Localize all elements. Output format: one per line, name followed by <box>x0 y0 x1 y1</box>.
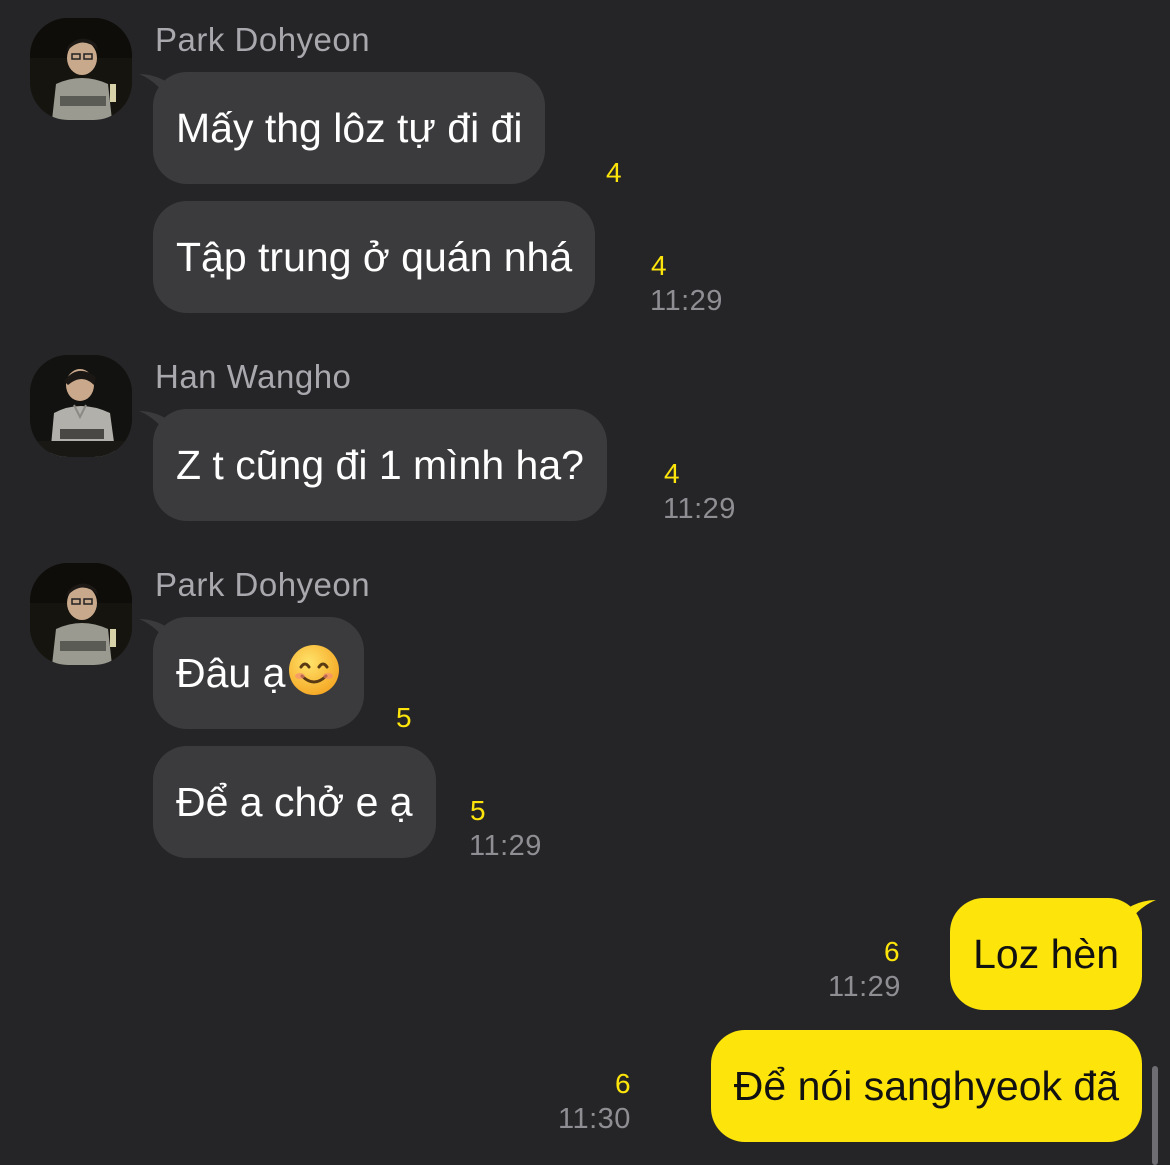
avatar-park-dohyeon[interactable] <box>30 18 132 120</box>
avatar-han-wangho[interactable] <box>30 355 132 457</box>
bubble-tail-icon <box>1122 900 1156 932</box>
message-timestamp: 11:29 <box>469 830 542 862</box>
unread-count: 4 <box>651 250 667 281</box>
incoming-message-bubble[interactable]: Đâu ạ <box>139 617 365 729</box>
message-timestamp: 11:29 <box>650 285 723 317</box>
unread-count: 5 <box>470 795 486 826</box>
unread-count: 6 <box>884 936 900 967</box>
message-timestamp: 11:29 <box>828 971 901 1003</box>
smiling-face-icon <box>289 645 340 695</box>
avatar-photo-icon <box>30 18 132 120</box>
sender-name: Park Dohyeon <box>155 566 371 603</box>
incoming-message-bubble[interactable]: Mấy thg lôz tự đi đi <box>139 72 546 184</box>
message-text: Z t cũng đi 1 mình ha? <box>176 442 584 488</box>
message-timestamp: 11:29 <box>663 493 736 525</box>
avatar-photo-icon <box>30 355 132 457</box>
avatar-photo-icon <box>30 563 132 665</box>
avatar-park-dohyeon[interactable] <box>30 563 132 665</box>
incoming-message-bubble[interactable]: Để a chở e ạ <box>153 746 436 858</box>
unread-count: 6 <box>615 1068 631 1099</box>
message-timestamp: 11:30 <box>558 1103 631 1135</box>
bubble-tail-icon <box>139 74 173 106</box>
outgoing-message-bubble[interactable]: Để nói sanghyeok đã <box>710 1030 1142 1142</box>
message-text: Đâu ạ <box>176 650 286 696</box>
unread-count: 5 <box>396 702 412 733</box>
incoming-message-bubble[interactable]: Tập trung ở quán nhá <box>153 201 596 313</box>
bubble-tail-icon <box>139 619 173 651</box>
bubble-tail-icon <box>139 411 173 443</box>
message-text: Mấy thg lôz tự đi đi <box>176 105 523 151</box>
message-text: Loz hèn <box>973 931 1119 977</box>
scrollbar[interactable] <box>1152 1066 1158 1165</box>
sender-name: Park Dohyeon <box>155 21 371 58</box>
unread-count: 4 <box>664 458 680 489</box>
outgoing-message-bubble[interactable]: Loz hèn <box>950 898 1156 1010</box>
message-text: Để a chở e ạ <box>176 779 413 825</box>
message-text: Để nói sanghyeok đã <box>733 1063 1119 1109</box>
incoming-message-bubble[interactable]: Z t cũng đi 1 mình ha? <box>139 409 607 521</box>
unread-count: 4 <box>606 157 622 188</box>
message-text: Tập trung ở quán nhá <box>176 234 573 280</box>
sender-name: Han Wangho <box>155 358 352 395</box>
